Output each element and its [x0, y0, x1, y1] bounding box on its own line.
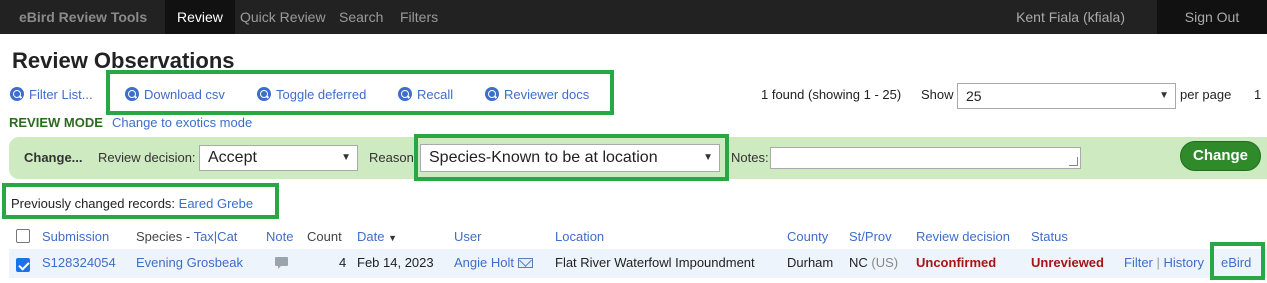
review-decision-value-cell: Unconfirmed [916, 255, 997, 270]
review-decision-label: Review decision: [98, 150, 196, 165]
nav-filters[interactable]: Filters [400, 0, 438, 34]
state-code: NC [849, 255, 868, 270]
previously-changed-label: Previously changed records: [11, 196, 176, 211]
top-navbar: eBird Review Tools Review Quick Review S… [0, 0, 1267, 34]
header-user[interactable]: User [454, 229, 481, 244]
recall-link[interactable]: Recall [398, 87, 453, 102]
nav-review[interactable]: Review [165, 0, 235, 34]
user-name[interactable]: Kent Fiala (kfiala) [1016, 0, 1125, 34]
history-link[interactable]: History [1164, 255, 1204, 270]
search-icon [257, 87, 271, 101]
separator: | [1156, 255, 1160, 270]
notes-field[interactable] [770, 147, 1081, 169]
search-icon [398, 87, 412, 101]
header-note[interactable]: Note [266, 229, 293, 244]
chevron-down-icon: ▼ [703, 152, 713, 163]
toggle-deferred-label: Toggle deferred [276, 87, 367, 102]
species-link[interactable]: Evening Grosbeak [136, 255, 243, 270]
download-csv-link[interactable]: Download csv [125, 87, 225, 102]
page-number[interactable]: 1 [1254, 87, 1261, 102]
notes-label: Notes: [731, 150, 769, 165]
per-page-select[interactable]: 25 ▼ [957, 83, 1176, 109]
mail-icon[interactable] [518, 258, 533, 268]
per-page-label: per page [1180, 87, 1232, 102]
header-species: Species - Tax|Cat [136, 229, 237, 244]
toggle-deferred-link[interactable]: Toggle deferred [257, 87, 366, 102]
previously-changed: Previously changed records: Eared Grebe [11, 196, 253, 211]
results-count: 1 found (showing 1 - 25) [761, 87, 902, 102]
header-submission[interactable]: Submission [42, 229, 109, 244]
header-taxcat-link[interactable]: Tax|Cat [194, 229, 238, 244]
search-icon [485, 87, 499, 101]
download-csv-label: Download csv [144, 87, 225, 102]
reason-label: Reason [369, 150, 414, 165]
previous-record-link[interactable]: Eared Grebe [179, 196, 253, 211]
header-status[interactable]: Status [1031, 229, 1068, 244]
location-value: Flat River Waterfowl Impoundment [555, 255, 755, 270]
header-count: Count [307, 229, 342, 244]
exotics-mode-link[interactable]: Change to exotics mode [112, 115, 252, 130]
recall-label: Recall [417, 87, 454, 102]
review-mode-label: REVIEW MODE [9, 115, 103, 130]
chevron-down-icon: ▼ [341, 152, 351, 163]
country-code: (US) [871, 255, 899, 270]
nav-search[interactable]: Search [339, 0, 383, 34]
header-review-decision[interactable]: Review decision [916, 229, 1010, 244]
sign-out-button[interactable]: Sign Out [1157, 0, 1267, 34]
header-stprov[interactable]: St/Prov [849, 229, 892, 244]
filter-list-link[interactable]: Filter List... [10, 87, 93, 102]
search-icon [125, 87, 139, 101]
count-value: 4 [339, 255, 347, 270]
select-all-checkbox[interactable] [16, 229, 30, 243]
reviewer-docs-link[interactable]: Reviewer docs [485, 87, 589, 102]
header-date[interactable]: Date ▼ [357, 229, 397, 244]
chevron-down-icon: ▼ [1159, 90, 1169, 101]
filter-list-label: Filter List... [29, 87, 93, 102]
ebird-link[interactable]: eBird [1221, 255, 1251, 270]
reason-select[interactable]: Species-Known to be at location ▼ [420, 144, 720, 172]
header-location[interactable]: Location [555, 229, 604, 244]
status-value: Unreviewed [1031, 255, 1104, 270]
state-value: NC (US) [849, 255, 898, 270]
county-value: Durham [787, 255, 834, 270]
header-species-label: Species - [136, 229, 194, 244]
brand-title[interactable]: eBird Review Tools [19, 9, 147, 25]
change-button[interactable]: Change [1180, 141, 1261, 171]
search-icon [10, 87, 24, 101]
sort-down-icon: ▼ [388, 233, 398, 243]
reason-value: Species-Known to be at location [429, 149, 658, 166]
filter-link[interactable]: Filter [1124, 255, 1153, 270]
submission-link[interactable]: S128324054 [42, 255, 116, 270]
row-checkbox[interactable] [16, 258, 30, 272]
review-decision-select[interactable]: Accept ▼ [199, 145, 358, 171]
date-value: Feb 14, 2023 [357, 255, 434, 270]
row-actions: Filter | History [1124, 255, 1204, 270]
change-title: Change... [24, 150, 83, 165]
header-date-label: Date [357, 229, 385, 244]
comment-icon[interactable] [275, 257, 288, 269]
show-label: Show [921, 87, 954, 102]
review-decision-value: Accept [208, 149, 257, 166]
reviewer-docs-label: Reviewer docs [504, 87, 590, 102]
per-page-value: 25 [966, 88, 982, 104]
header-county[interactable]: County [787, 229, 828, 244]
user-link[interactable]: Angie Holt [454, 255, 514, 270]
nav-quick-review[interactable]: Quick Review [240, 0, 326, 34]
